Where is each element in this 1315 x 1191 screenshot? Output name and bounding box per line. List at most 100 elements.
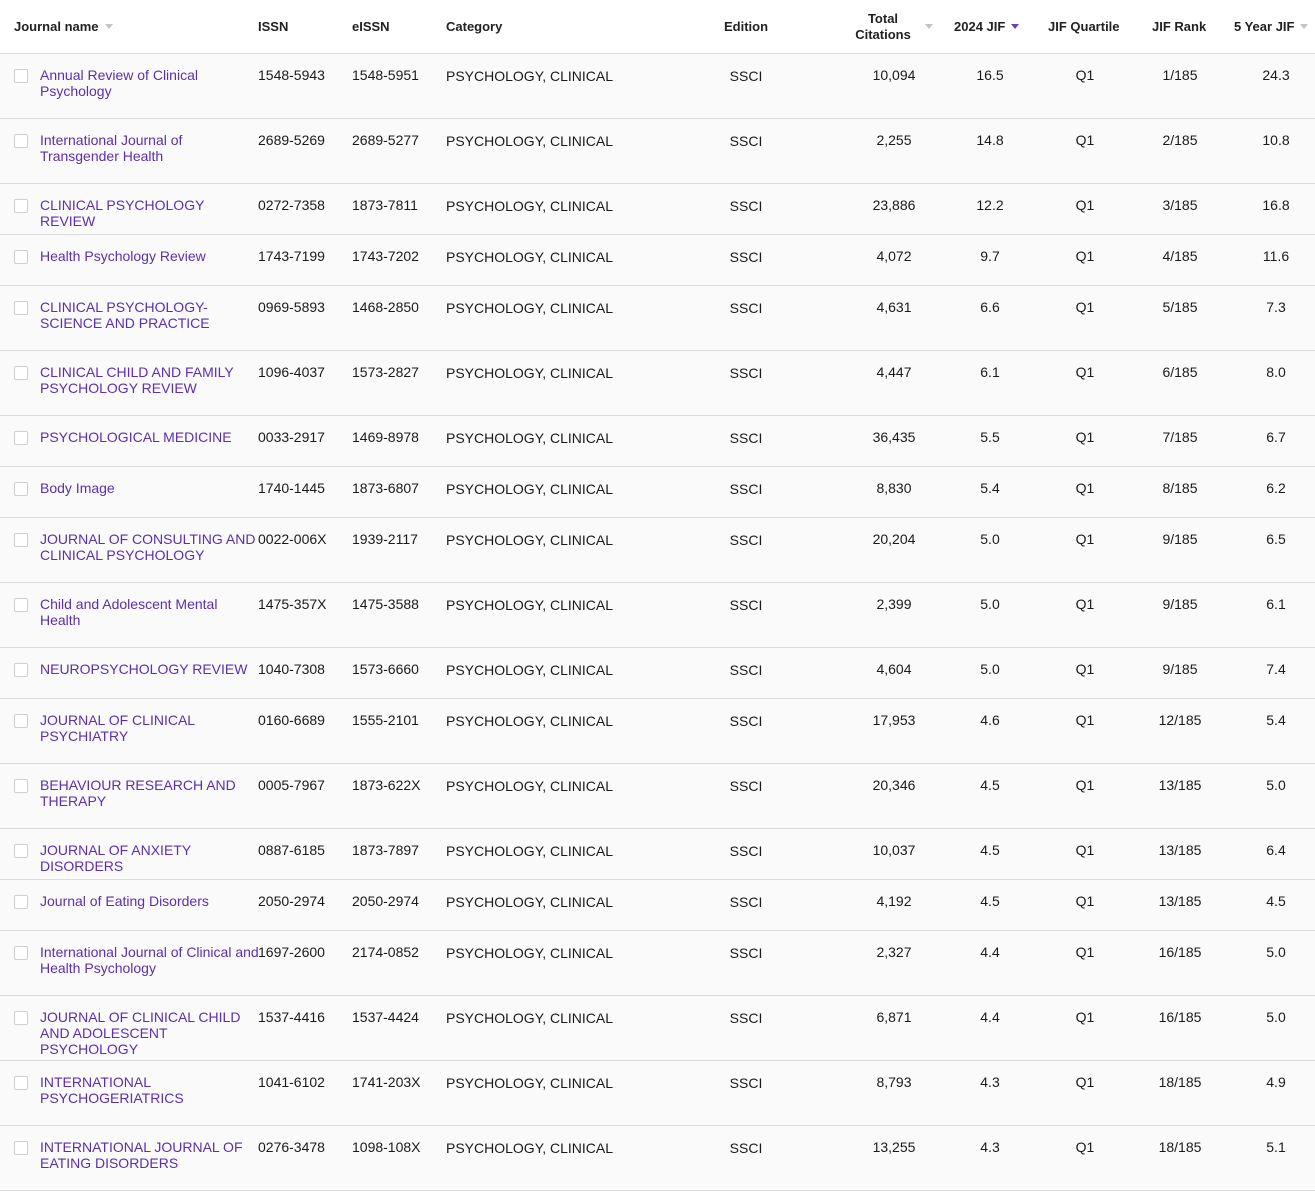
jif-quartile-value: Q1 [1075, 777, 1095, 793]
eissn-value: 1939-2117 [352, 531, 418, 547]
category-value: PSYCHOLOGY, CLINICAL [446, 68, 614, 84]
sort-caret-icon[interactable] [104, 24, 113, 29]
sort-caret-icon[interactable] [924, 24, 933, 29]
jif-quartile-value: Q1 [1075, 1009, 1095, 1025]
jif-2024-value: 4.5 [980, 777, 1000, 793]
journal-name-link[interactable]: BEHAVIOUR RESEARCH AND THERAPY [40, 777, 260, 809]
row-checkbox[interactable] [14, 134, 28, 148]
total-citations-value: 4,604 [876, 661, 912, 677]
journal-name-link[interactable]: International Journal of Transgender Hea… [40, 132, 260, 164]
table-row: CLINICAL PSYCHOLOGY-SCIENCE AND PRACTICE… [0, 286, 1315, 351]
eissn-value: 1573-2827 [352, 364, 419, 380]
journal-name-link[interactable]: JOURNAL OF CONSULTING AND CLINICAL PSYCH… [40, 531, 260, 563]
issn-value: 0160-6689 [258, 712, 325, 728]
category-value: PSYCHOLOGY, CLINICAL [446, 198, 614, 214]
row-checkbox[interactable] [14, 779, 28, 793]
jif-2024-value: 5.0 [980, 596, 1000, 612]
journal-name-link[interactable]: International Journal of Clinical and He… [40, 944, 260, 976]
row-checkbox[interactable] [14, 482, 28, 496]
row-checkbox[interactable] [14, 533, 28, 547]
journal-name-link[interactable]: CLINICAL PSYCHOLOGY REVIEW [40, 197, 260, 229]
edition-value: SSCI [729, 249, 763, 265]
header-eissn: eISSN [352, 0, 390, 53]
category-value: PSYCHOLOGY, CLINICAL [446, 430, 614, 446]
journal-name-link[interactable]: PSYCHOLOGICAL MEDICINE [40, 429, 260, 445]
journal-name-link[interactable]: NEUROPSYCHOLOGY REVIEW [40, 661, 260, 677]
jif-2024-value: 5.0 [980, 531, 1000, 547]
edition-value: SSCI [729, 778, 763, 794]
journal-name-link[interactable]: CLINICAL CHILD AND FAMILY PSYCHOLOGY REV… [40, 364, 260, 396]
journal-name-link[interactable]: Annual Review of Clinical Psychology [40, 67, 260, 99]
journal-name-link[interactable]: Child and Adolescent Mental Health [40, 596, 260, 628]
header-2024-jif[interactable]: 2024 JIF [954, 0, 1020, 53]
sort-caret-icon[interactable] [1300, 24, 1309, 29]
row-checkbox[interactable] [14, 69, 28, 83]
eissn-value: 1537-4424 [352, 1009, 419, 1025]
category-value: PSYCHOLOGY, CLINICAL [446, 945, 614, 961]
row-checkbox[interactable] [14, 250, 28, 264]
header-5-year-jif[interactable]: 5 Year JIF [1234, 0, 1309, 53]
issn-value: 1475-357X [258, 596, 327, 612]
issn-value: 2689-5269 [258, 132, 325, 148]
jif-rank-value: 2/185 [1162, 132, 1198, 148]
table-row: JOURNAL OF ANXIETY DISORDERS 0887-6185 187… [0, 829, 1315, 880]
jif-rank-value: 7/185 [1162, 429, 1198, 445]
issn-value: 1743-7199 [258, 248, 325, 264]
jif-quartile-value: Q1 [1075, 712, 1095, 728]
journal-name-link[interactable]: INTERNATIONAL JOURNAL OF EATING DISORDER… [40, 1139, 260, 1171]
journal-name-link[interactable]: CLINICAL PSYCHOLOGY-SCIENCE AND PRACTICE [40, 299, 260, 331]
eissn-value: 1873-7811 [352, 197, 418, 213]
journal-name-link[interactable]: INTERNATIONAL PSYCHOGERIATRICS [40, 1074, 260, 1106]
jif-quartile-value: Q1 [1075, 132, 1095, 148]
jif-2024-value: 14.8 [976, 132, 1004, 148]
row-checkbox[interactable] [14, 598, 28, 612]
five-year-jif-value: 4.5 [1266, 893, 1286, 909]
eissn-value: 2050-2974 [352, 893, 419, 909]
category-value: PSYCHOLOGY, CLINICAL [446, 843, 614, 859]
jif-2024-value: 4.5 [980, 842, 1000, 858]
journal-name-link[interactable]: JOURNAL OF CLINICAL PSYCHIATRY [40, 712, 260, 744]
issn-value: 0887-6185 [258, 842, 325, 858]
table-row: Child and Adolescent Mental Health 1475-3… [0, 583, 1315, 648]
journal-name-link[interactable]: JOURNAL OF CLINICAL CHILD AND ADOLESCENT… [40, 1009, 260, 1057]
total-citations-value: 2,399 [876, 596, 912, 612]
row-checkbox[interactable] [14, 301, 28, 315]
header-total-citations-label: Total Citations [855, 11, 911, 43]
table-row: Journal of Eating Disorders 2050-2974 2050… [0, 880, 1315, 931]
row-checkbox[interactable] [14, 1141, 28, 1155]
eissn-value: 1548-5951 [352, 67, 419, 83]
journal-name-link[interactable]: Health Psychology Review [40, 248, 260, 264]
edition-value: SSCI [729, 532, 763, 548]
row-checkbox[interactable] [14, 946, 28, 960]
sort-desc-active-icon[interactable] [1011, 24, 1020, 29]
header-total-citations[interactable]: Total Citations [844, 0, 944, 53]
row-checkbox[interactable] [14, 366, 28, 380]
category-value: PSYCHOLOGY, CLINICAL [446, 597, 614, 613]
jif-quartile-value: Q1 [1075, 944, 1095, 960]
row-checkbox[interactable] [14, 1011, 28, 1025]
row-checkbox[interactable] [14, 895, 28, 909]
journal-name-link[interactable]: Body Image [40, 480, 260, 496]
header-journal-name[interactable]: Journal name [14, 0, 113, 53]
five-year-jif-value: 24.3 [1262, 67, 1290, 83]
jif-rank-value: 9/185 [1162, 596, 1198, 612]
journal-name-link[interactable]: Journal of Eating Disorders [40, 893, 260, 909]
five-year-jif-value: 5.0 [1266, 777, 1286, 793]
category-value: PSYCHOLOGY, CLINICAL [446, 481, 614, 497]
eissn-value: 1873-7897 [352, 842, 419, 858]
table-row: NEUROPSYCHOLOGY REVIEW 1040-7308 1573-6660… [0, 648, 1315, 699]
journal-name-link[interactable]: JOURNAL OF ANXIETY DISORDERS [40, 842, 260, 874]
row-checkbox[interactable] [14, 714, 28, 728]
edition-value: SSCI [729, 481, 763, 497]
row-checkbox[interactable] [14, 1076, 28, 1090]
row-checkbox[interactable] [14, 844, 28, 858]
edition-value: SSCI [729, 597, 763, 613]
eissn-value: 1469-8978 [352, 429, 419, 445]
jif-quartile-value: Q1 [1075, 893, 1095, 909]
row-checkbox[interactable] [14, 431, 28, 445]
row-checkbox[interactable] [14, 199, 28, 213]
row-checkbox[interactable] [14, 663, 28, 677]
header-2024-jif-label: 2024 JIF [954, 19, 1006, 34]
eissn-value: 1741-203X [352, 1074, 421, 1090]
jif-2024-value: 4.3 [980, 1074, 1000, 1090]
